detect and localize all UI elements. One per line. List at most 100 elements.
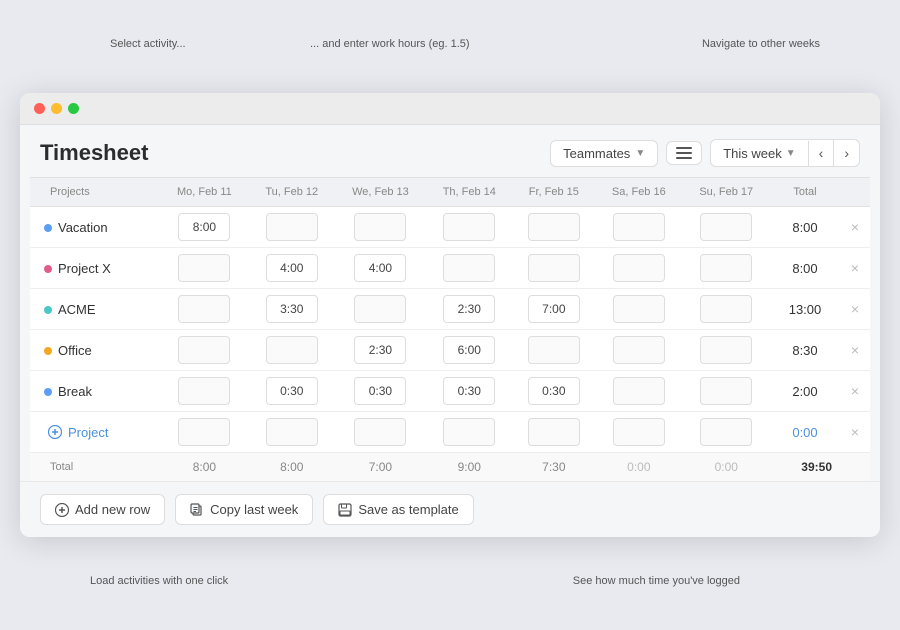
time-input[interactable] xyxy=(178,295,230,323)
project-cell[interactable]: Break xyxy=(30,371,160,412)
remove-row-button[interactable]: × xyxy=(845,340,865,360)
time-input[interactable] xyxy=(354,213,406,241)
table-row: Break2:00× xyxy=(30,371,870,412)
time-input[interactable] xyxy=(700,418,752,446)
time-input[interactable] xyxy=(528,336,580,364)
time-cell xyxy=(595,289,682,330)
project-cell[interactable]: ACME xyxy=(30,289,160,330)
row-total: 8:30 xyxy=(770,330,840,371)
time-input[interactable] xyxy=(613,254,665,282)
project-cell[interactable]: Vacation xyxy=(30,207,160,248)
time-input[interactable] xyxy=(613,295,665,323)
project-cell[interactable]: Office xyxy=(30,330,160,371)
teammates-chevron-icon: ▼ xyxy=(635,148,645,159)
col-sun: Su, Feb 17 xyxy=(683,178,770,207)
time-cell xyxy=(249,289,335,330)
add-row-remove-button[interactable]: × xyxy=(845,422,865,442)
annotation-select-activity: Select activity... xyxy=(110,38,186,50)
time-cell xyxy=(683,248,770,289)
time-cell xyxy=(335,330,426,371)
time-input[interactable] xyxy=(266,295,318,323)
time-cell xyxy=(335,248,426,289)
time-input[interactable] xyxy=(178,377,230,405)
remove-row-button[interactable]: × xyxy=(845,299,865,319)
time-input[interactable] xyxy=(700,254,752,282)
add-project-cell[interactable]: Project xyxy=(30,412,160,453)
col-sat: Sa, Feb 16 xyxy=(595,178,682,207)
time-input[interactable] xyxy=(443,336,495,364)
time-input[interactable] xyxy=(700,377,752,405)
add-project-day-cell xyxy=(683,412,770,453)
add-row-button[interactable]: Add new row xyxy=(40,494,165,525)
time-input[interactable] xyxy=(613,213,665,241)
time-cell xyxy=(160,248,249,289)
time-input[interactable] xyxy=(354,336,406,364)
project-cell[interactable]: Project X xyxy=(30,248,160,289)
time-input[interactable] xyxy=(354,377,406,405)
time-input[interactable] xyxy=(613,336,665,364)
time-input[interactable] xyxy=(443,377,495,405)
add-row-total: 0:00 xyxy=(770,412,840,453)
time-input[interactable] xyxy=(266,254,318,282)
copy-last-week-button[interactable]: Copy last week xyxy=(175,494,313,525)
time-input[interactable] xyxy=(354,295,406,323)
project-dot xyxy=(44,224,52,232)
remove-row-button[interactable]: × xyxy=(845,258,865,278)
time-input[interactable] xyxy=(528,418,580,446)
time-input[interactable] xyxy=(178,213,230,241)
grand-total: 39:50 xyxy=(770,453,840,482)
time-cell xyxy=(426,248,513,289)
list-icon xyxy=(676,147,692,159)
time-input[interactable] xyxy=(178,336,230,364)
time-cell xyxy=(160,289,249,330)
time-input[interactable] xyxy=(528,377,580,405)
time-input[interactable] xyxy=(178,254,230,282)
remove-cell: × xyxy=(840,248,870,289)
annotation-enter-hours: ... and enter work hours (eg. 1.5) xyxy=(310,38,470,50)
time-cell xyxy=(249,330,335,371)
table-row: Project X8:00× xyxy=(30,248,870,289)
minimize-button[interactable] xyxy=(51,103,62,114)
prev-week-button[interactable]: ‹ xyxy=(809,140,835,166)
add-project-button[interactable]: Project xyxy=(34,425,156,440)
day-total-5: 0:00 xyxy=(595,453,682,482)
project-dot xyxy=(44,347,52,355)
time-input[interactable] xyxy=(178,418,230,446)
time-input[interactable] xyxy=(700,213,752,241)
time-input[interactable] xyxy=(443,254,495,282)
add-project-day-cell xyxy=(595,412,682,453)
remove-row-button[interactable]: × xyxy=(845,217,865,237)
week-selector[interactable]: This week ▼ xyxy=(711,141,808,166)
add-project-row[interactable]: Project 0:00× xyxy=(30,412,870,453)
teammates-dropdown[interactable]: Teammates ▼ xyxy=(550,140,658,167)
remove-row-button[interactable]: × xyxy=(845,381,865,401)
next-week-button[interactable]: › xyxy=(834,140,859,166)
time-input[interactable] xyxy=(266,213,318,241)
col-projects: Projects xyxy=(30,178,160,207)
timesheet-table: Projects Mo, Feb 11 Tu, Feb 12 We, Feb 1… xyxy=(30,177,870,481)
time-input[interactable] xyxy=(613,377,665,405)
time-input[interactable] xyxy=(354,418,406,446)
save-template-button[interactable]: Save as template xyxy=(323,494,473,525)
time-input[interactable] xyxy=(700,336,752,364)
time-input[interactable] xyxy=(266,377,318,405)
time-cell xyxy=(249,248,335,289)
time-input[interactable] xyxy=(528,213,580,241)
time-input[interactable] xyxy=(266,336,318,364)
page-title: Timesheet xyxy=(40,140,148,166)
copy-icon xyxy=(190,503,204,517)
time-input[interactable] xyxy=(443,418,495,446)
close-button[interactable] xyxy=(34,103,45,114)
time-input[interactable] xyxy=(443,295,495,323)
time-input[interactable] xyxy=(528,254,580,282)
time-cell xyxy=(683,207,770,248)
time-input[interactable] xyxy=(354,254,406,282)
time-input[interactable] xyxy=(266,418,318,446)
time-input[interactable] xyxy=(700,295,752,323)
list-view-button[interactable] xyxy=(666,141,702,165)
time-input[interactable] xyxy=(528,295,580,323)
time-input[interactable] xyxy=(613,418,665,446)
time-input[interactable] xyxy=(443,213,495,241)
time-cell xyxy=(249,371,335,412)
maximize-button[interactable] xyxy=(68,103,79,114)
